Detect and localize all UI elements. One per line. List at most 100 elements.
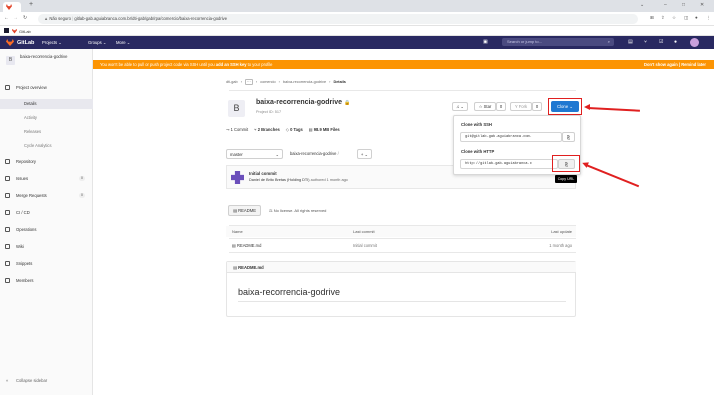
translate-icon[interactable]: ⊞ [650,15,654,21]
branches-stat[interactable]: ⑂ 2 Branches [254,127,280,132]
nav-more[interactable]: More ⌄ [116,40,130,45]
sidebar-item-ci-cd[interactable]: CI / CD [0,207,93,218]
plus-icon: + [360,152,364,157]
notification-button[interactable]: ♫ ⌄ [452,102,468,111]
minimize-button[interactable]: – [664,2,667,8]
breadcrumb: dti-gab › ··· › comercio › baixa-recorre… [226,79,346,85]
tab-list-icon[interactable]: ⌄ [640,2,644,8]
remind-later-link[interactable]: Remind later [681,62,706,67]
profile-icon[interactable]: ● [695,15,698,20]
sidebar-sub-label: Cycle Analytics [24,143,52,148]
copy-ssh-url-button[interactable]: ⎘ [562,132,575,142]
todo-icon[interactable]: ▤ [628,39,633,45]
apps-icon[interactable] [4,28,9,33]
sidebar-sub-releases[interactable]: Releases [0,127,93,137]
share-icon[interactable]: ⇪ [661,15,665,21]
license-label: No license. All rights reserved [273,208,327,213]
sidebar-sub-activity[interactable]: Activity [0,113,93,123]
browser-tab[interactable] [3,2,21,12]
new-item-icon[interactable]: ▣ [483,39,488,45]
sidebar-sub-cycle-analytics[interactable]: Cycle Analytics [0,141,93,151]
clone-http-url-field[interactable]: http://gitlab-gab.aguiabranca.c [460,159,558,169]
readme-heading-rule [238,301,566,302]
back-icon[interactable]: ← [4,15,9,21]
file-last-commit[interactable]: Initial commit [353,239,377,252]
breadcrumb-project[interactable]: baixa-recorrencia-godrive [283,80,326,84]
dont-show-again-link[interactable]: Don't show again [644,62,678,67]
help-icon[interactable]: ● [674,39,677,45]
project-id: Project ID: 517 [256,110,282,114]
sidebar-item-operations[interactable]: Operations [0,224,93,235]
clone-ssh-url-field[interactable]: git@gitlab-gab.aguiabranca.com. [460,132,562,142]
browser-tab-bar: + ⌄ – □ ✕ [0,0,714,12]
sidepanel-icon[interactable]: ◫ [684,15,688,21]
fork-button[interactable]: Y Fork [510,102,532,111]
search-placeholder: Search or jump to... [507,39,542,44]
copy-http-highlight-box [552,155,580,172]
issues-icon[interactable]: ☑ [659,39,663,45]
author-avatar[interactable] [231,171,244,184]
breadcrumb-group[interactable]: dti-gab [226,80,238,84]
table-border-bottom [229,252,576,253]
address-bar-row: ← → ↻ ▲ Não seguro | gitlab-gab.aguiabra… [0,12,714,26]
forward-icon[interactable]: → [13,15,18,21]
col-last-update: Last update [551,229,572,234]
table-row[interactable]: ▤ README.md Initial commit 1 month ago [226,239,576,252]
add-ssh-key-link[interactable]: add an SSH key [216,62,247,67]
sidebar-sub-label: Releases [24,129,42,134]
license-info: ⚖ No license. All rights reserved [269,208,326,213]
star-button[interactable]: ☆ Star [474,102,496,111]
bookmark-gitlab[interactable]: GitLab [12,27,31,35]
collapse-sidebar-button[interactable]: « Collapse sidebar [0,375,93,386]
sidebar-item-members[interactable]: Members [0,275,93,286]
nav-groups[interactable]: Groups ⌄ [88,40,106,45]
clone-highlight-box [548,98,582,115]
sidebar-item-repository[interactable]: Repository [0,156,93,167]
cloud-gear-icon [5,227,10,232]
sidebar-item-snippets[interactable]: Snippets [0,258,93,269]
path-root[interactable]: baixa-recorrencia-godrive [290,151,336,156]
tags-stat[interactable]: ◇ 0 Tags [286,127,303,132]
file-name[interactable]: ▤ README.md [232,239,261,252]
url-bar[interactable]: ▲ Não seguro | gitlab-gab.aguiabranca.co… [38,14,638,24]
breadcrumb-subgroup[interactable]: comercio [260,80,275,84]
merge-requests-icon[interactable]: ⑂ [644,39,647,45]
nav-projects-label: Projects [42,40,58,45]
copy-url-tooltip: Copy URL [555,175,577,183]
add-file-dropdown[interactable]: + ⌄ [357,149,372,159]
bookmarks-bar: GitLab [0,26,714,36]
fork-count[interactable]: 0 [532,102,542,111]
bookmark-star-icon[interactable]: ☆ [672,15,676,21]
maximize-button[interactable]: □ [682,2,685,8]
new-tab-button[interactable]: + [29,1,33,8]
reload-icon[interactable]: ↻ [23,15,27,21]
star-count[interactable]: 0 [496,102,506,111]
branch-selector[interactable]: master ⌄ [226,149,283,159]
project-avatar: B [228,100,245,117]
readme-file-name[interactable]: README.md [238,265,264,270]
clone-ssh-title: Clone with SSH [461,122,492,127]
sidebar-sub-details[interactable]: Details [0,99,93,109]
commit-meta: Daniel de Brito Bretas (Holding DTI) aut… [249,178,348,182]
close-window-button[interactable]: ✕ [700,2,704,8]
browser-menu-icon[interactable]: ⋮ [706,15,711,21]
readme-button[interactable]: ▤ README [228,205,261,216]
project-sidebar: B baixa-recorrencia-godrive Project over… [0,49,93,395]
commit-author[interactable]: Daniel de Brito Bretas (Holding DTI) [249,178,310,182]
sidebar-item-merge-requests[interactable]: Merge Requests 0 [0,190,93,201]
star-icon: ☆ [478,104,483,109]
commit-title[interactable]: Initial commit [249,171,277,176]
search-icon: ⌕ [607,39,610,44]
sidebar-item-project-overview[interactable]: Project overview [0,82,93,93]
nav-projects[interactable]: Projects ⌄ [42,40,62,45]
sidebar-project-header[interactable]: B baixa-recorrencia-godrive [0,49,93,71]
sidebar-item-issues[interactable]: Issues 0 [0,173,93,184]
commits-stat[interactable]: ⊸ 1 Commit [226,127,248,132]
double-chevron-left-icon: « [6,378,9,383]
gitlab-logo[interactable]: GitLab [6,38,34,47]
files-stat[interactable]: ▤ 98.9 MB Files [309,127,340,132]
search-input[interactable]: Search or jump to... ⌕ [502,38,614,46]
user-avatar[interactable] [690,38,699,47]
breadcrumb-subgroups-toggle[interactable]: ··· [245,79,253,85]
sidebar-item-wiki[interactable]: Wiki [0,241,93,252]
